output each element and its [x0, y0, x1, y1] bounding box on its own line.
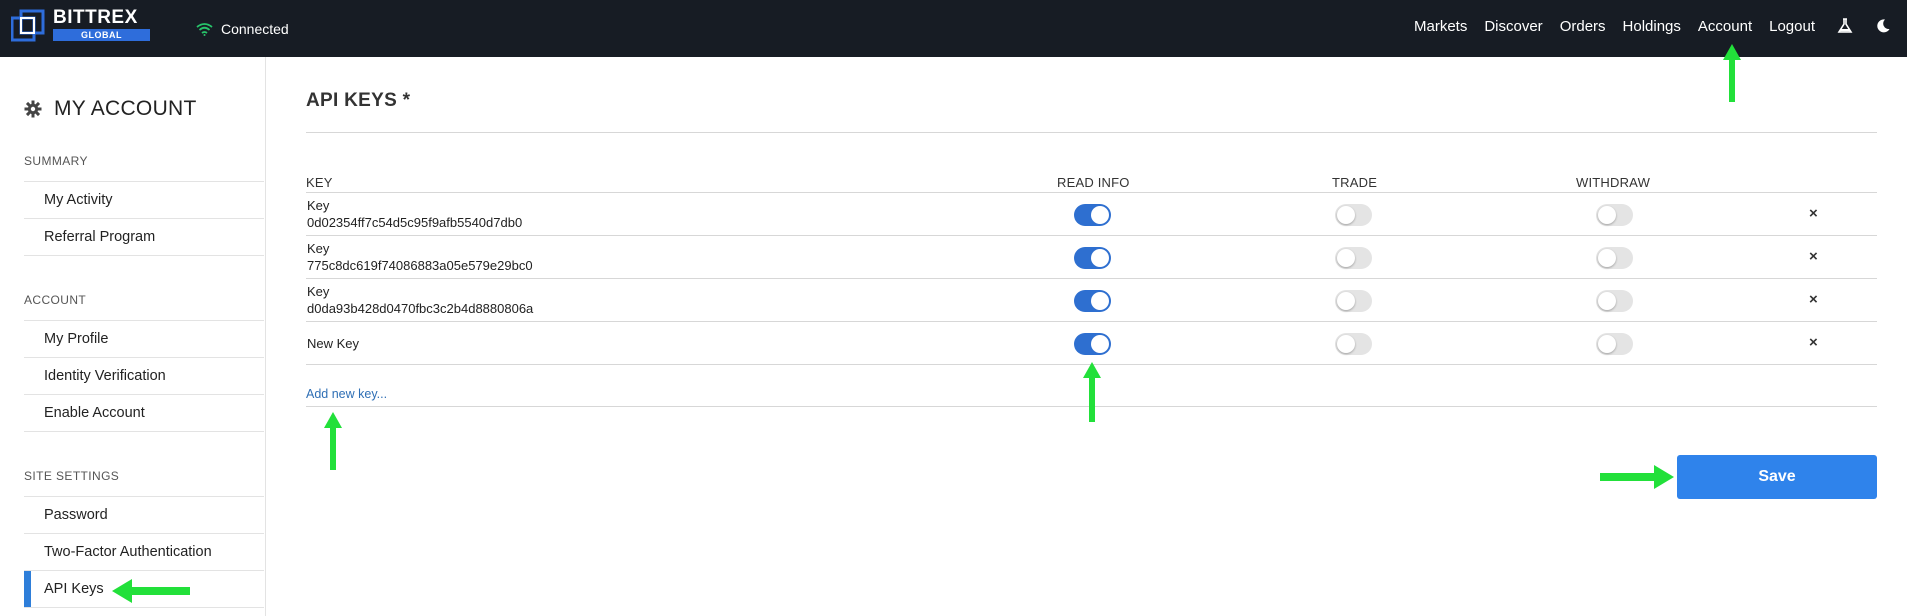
- add-new-key-link[interactable]: Add new key...: [306, 387, 387, 401]
- flask-icon[interactable]: [1837, 18, 1853, 34]
- nav-orders[interactable]: Orders: [1560, 18, 1606, 35]
- gear-icon: [24, 100, 42, 118]
- withdraw-toggle[interactable]: [1596, 290, 1633, 312]
- sidebar-list-account: My Profile Identity Verification Enable …: [24, 320, 264, 432]
- table-row: Key 0d02354ff7c54d5c95f9afb5540d7db0 ×: [306, 193, 1877, 236]
- wifi-icon: [196, 23, 213, 36]
- sidebar-section-summary: SUMMARY: [24, 154, 88, 168]
- toggle-knob: [1337, 335, 1355, 353]
- sidebar-item-identity-verification[interactable]: Identity Verification: [24, 358, 264, 395]
- trade-toggle[interactable]: [1335, 333, 1372, 355]
- annotation-arrow-up-icon: [1723, 44, 1741, 102]
- key-label: Key: [307, 198, 330, 213]
- sidebar-item-two-factor-authentication[interactable]: Two-Factor Authentication: [24, 534, 264, 571]
- toggle-knob: [1091, 335, 1109, 353]
- read-info-toggle[interactable]: [1074, 290, 1111, 312]
- delete-key-icon[interactable]: ×: [1809, 248, 1818, 265]
- read-info-toggle[interactable]: [1074, 204, 1111, 226]
- delete-key-icon[interactable]: ×: [1809, 291, 1818, 308]
- bittrex-logo-icon: [11, 9, 45, 42]
- key-label: Key: [307, 241, 330, 256]
- key-cell: Key d0da93b428d0470fbc3c2b4d8880806a: [307, 283, 533, 317]
- toggle-knob: [1337, 249, 1355, 267]
- table-header: KEY READ INFO TRADE WITHDRAW: [306, 175, 1877, 190]
- column-header-withdraw: WITHDRAW: [1576, 175, 1651, 190]
- connection-status-text: Connected: [221, 21, 289, 37]
- sidebar-title-text: MY ACCOUNT: [54, 97, 197, 120]
- key-cell: New Key: [307, 335, 359, 352]
- nav-discover[interactable]: Discover: [1484, 18, 1542, 35]
- delete-key-icon[interactable]: ×: [1809, 334, 1818, 351]
- withdraw-toggle[interactable]: [1596, 333, 1633, 355]
- bittrex-logo[interactable]: BITTREX GLOBAL: [11, 7, 151, 43]
- sidebar-section-account: ACCOUNT: [24, 293, 87, 307]
- annotation-arrow-left-icon: [112, 579, 190, 603]
- annotation-arrow-up-icon: [324, 412, 342, 470]
- nav-markets[interactable]: Markets: [1414, 18, 1467, 35]
- save-button[interactable]: Save: [1677, 455, 1877, 499]
- toggle-knob: [1091, 206, 1109, 224]
- moon-icon[interactable]: [1875, 18, 1891, 34]
- sidebar-item-my-activity[interactable]: My Activity: [24, 182, 264, 219]
- trade-toggle[interactable]: [1335, 204, 1372, 226]
- top-navigation-bar: BITTREX GLOBAL Connected Markets Discove…: [0, 0, 1907, 57]
- table-row: Key d0da93b428d0470fbc3c2b4d8880806a ×: [306, 279, 1877, 322]
- toggle-knob: [1337, 292, 1355, 310]
- column-header-read-info: READ INFO: [1057, 175, 1130, 190]
- toggle-knob: [1598, 249, 1616, 267]
- main-nav: Markets Discover Orders Holdings Account…: [1397, 0, 1907, 52]
- key-value: d0da93b428d0470fbc3c2b4d8880806a: [307, 301, 534, 316]
- key-cell: Key 775c8dc619f74086883a05e579e29bc0: [307, 240, 533, 274]
- column-header-trade: TRADE: [1332, 175, 1378, 190]
- withdraw-toggle[interactable]: [1596, 204, 1633, 226]
- account-sidebar: MY ACCOUNT SUMMARY My Activity Referral …: [0, 57, 266, 616]
- sidebar-item-referral-program[interactable]: Referral Program: [24, 219, 264, 256]
- key-cell: Key 0d02354ff7c54d5c95f9afb5540d7db0: [307, 197, 522, 231]
- withdraw-toggle[interactable]: [1596, 247, 1633, 269]
- table-row: Key 775c8dc619f74086883a05e579e29bc0 ×: [306, 236, 1877, 279]
- api-keys-table: KEY READ INFO TRADE WITHDRAW: [306, 175, 1877, 190]
- nav-logout[interactable]: Logout: [1769, 18, 1815, 35]
- annotation-arrow-up-icon: [1083, 362, 1101, 422]
- trade-toggle[interactable]: [1335, 290, 1372, 312]
- key-label: Key: [307, 284, 330, 299]
- page-title: API KEYS *: [306, 90, 411, 111]
- title-divider: [306, 132, 1877, 133]
- brand-subtitle: GLOBAL: [53, 29, 150, 41]
- delete-key-icon[interactable]: ×: [1809, 205, 1818, 222]
- nav-account[interactable]: Account: [1698, 18, 1752, 35]
- toggle-knob: [1091, 292, 1109, 310]
- toggle-knob: [1337, 206, 1355, 224]
- key-value: 775c8dc619f74086883a05e579e29bc0: [307, 258, 533, 273]
- table-row: New Key ×: [306, 322, 1877, 365]
- read-info-toggle[interactable]: [1074, 333, 1111, 355]
- key-label: New Key: [307, 336, 360, 351]
- sidebar-title: MY ACCOUNT: [24, 97, 197, 121]
- key-value: 0d02354ff7c54d5c95f9afb5540d7db0: [307, 215, 523, 230]
- sidebar-item-enable-account[interactable]: Enable Account: [24, 395, 264, 432]
- sidebar-item-password[interactable]: Password: [24, 497, 264, 534]
- toggle-knob: [1598, 335, 1616, 353]
- toggle-knob: [1598, 206, 1616, 224]
- nav-holdings[interactable]: Holdings: [1623, 18, 1681, 35]
- sidebar-item-my-profile[interactable]: My Profile: [24, 321, 264, 358]
- column-header-key: KEY: [306, 175, 333, 190]
- toggle-knob: [1598, 292, 1616, 310]
- annotation-arrow-right-icon: [1600, 465, 1674, 489]
- sidebar-section-site-settings: SITE SETTINGS: [24, 469, 120, 483]
- connection-status: Connected: [196, 19, 289, 39]
- trade-toggle[interactable]: [1335, 247, 1372, 269]
- toggle-knob: [1091, 249, 1109, 267]
- brand-name: BITTREX: [53, 7, 138, 28]
- read-info-toggle[interactable]: [1074, 247, 1111, 269]
- sidebar-list-summary: My Activity Referral Program: [24, 181, 264, 256]
